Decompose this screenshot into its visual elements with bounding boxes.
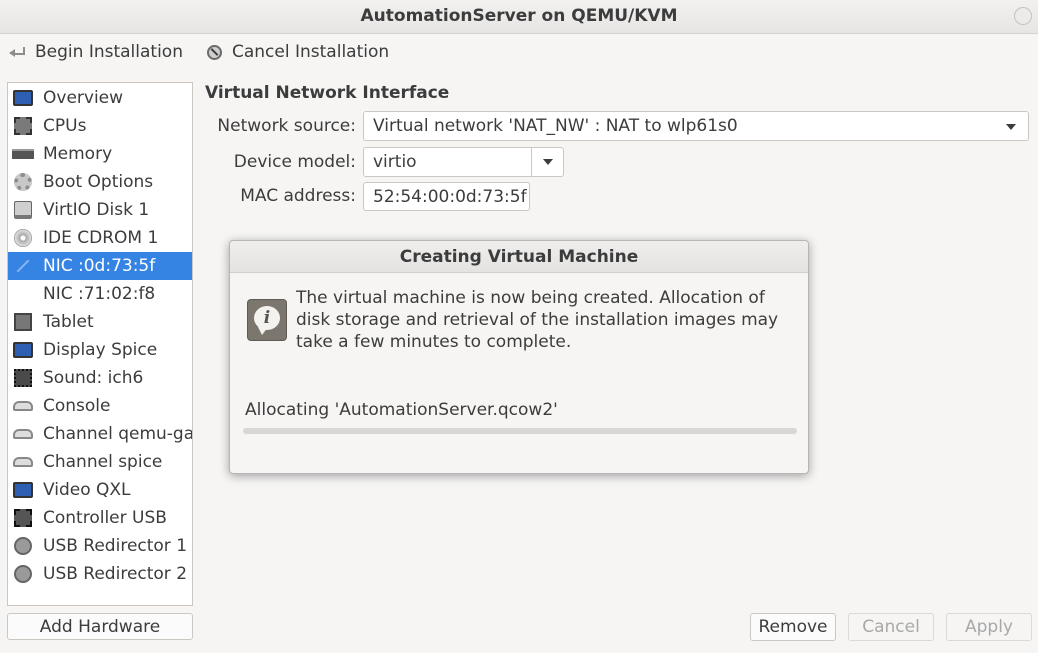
add-hardware-button[interactable]: Add Hardware: [7, 613, 193, 640]
sidebar-item[interactable]: Sound: ich6: [8, 364, 192, 392]
sidebar-item-label: Sound: ich6: [43, 368, 144, 388]
sidebar-item[interactable]: Video QXL: [8, 476, 192, 504]
sound-icon: [12, 368, 34, 388]
mac-address-value: 52:54:00:0d:73:5f: [373, 186, 527, 207]
sidebar-item[interactable]: Channel spice: [8, 448, 192, 476]
dialog-status: Allocating 'AutomationServer.qcow2': [245, 400, 558, 420]
progress-bar: [243, 428, 797, 434]
sidebar-item[interactable]: Channel qemu-ga: [8, 420, 192, 448]
gear-icon: [12, 172, 34, 192]
cancel-icon: [207, 44, 222, 60]
sidebar-item[interactable]: Controller USB: [8, 504, 192, 532]
sidebar-item-label: CPUs: [43, 116, 87, 136]
cpu-chip-icon: [12, 116, 34, 136]
video-icon: [12, 480, 34, 500]
sidebar-item-label: USB Redirector 1: [43, 536, 188, 556]
dialog-title: Creating Virtual Machine: [230, 241, 808, 273]
sidebar-item-label: IDE CDROM 1: [43, 228, 159, 248]
monitor-icon: [12, 88, 34, 108]
add-hardware-label: Add Hardware: [39, 616, 161, 637]
sidebar-item-label: Channel spice: [43, 452, 163, 472]
window-titlebar: AutomationServer on QEMU/KVM: [0, 0, 1038, 34]
dialog-message: The virtual machine is now being created…: [296, 288, 779, 352]
sidebar-item[interactable]: CPUs: [8, 112, 192, 140]
sidebar-item-label: USB Redirector 2: [43, 564, 188, 584]
usb-redirector-icon: [12, 564, 34, 584]
sidebar-item[interactable]: USB Redirector 2: [8, 560, 192, 588]
display-icon: [12, 340, 34, 360]
cancel-installation-label: Cancel Installation: [232, 42, 390, 62]
network-icon: [12, 256, 34, 276]
sidebar-item[interactable]: NIC :0d:73:5f: [8, 252, 192, 280]
device-model-combo[interactable]: virtio: [363, 147, 564, 177]
network-source-value: Virtual network 'NAT_NW' : NAT to wlp61s…: [373, 116, 738, 136]
begin-installation-label: Begin Installation: [35, 42, 183, 62]
sidebar-item[interactable]: Tablet: [8, 308, 192, 336]
sidebar-item-label: Boot Options: [43, 172, 154, 192]
chevron-down-icon[interactable]: [531, 148, 563, 176]
window-control-button[interactable]: [1014, 7, 1032, 25]
tablet-icon: [12, 312, 34, 332]
disk-icon: [12, 200, 34, 220]
sidebar-item-label: NIC :71:02:f8: [43, 284, 156, 304]
remove-label: Remove: [758, 617, 828, 637]
sidebar-item-label: Channel qemu-ga: [43, 424, 192, 444]
sidebar-item[interactable]: NIC :71:02:f8: [8, 280, 192, 308]
usb-controller-icon: [12, 508, 34, 528]
mac-address-label: MAC address:: [240, 186, 356, 206]
window-title: AutomationServer on QEMU/KVM: [360, 6, 678, 26]
sidebar-item-label: Video QXL: [43, 480, 131, 500]
cancel-installation-button[interactable]: Cancel Installation: [207, 40, 389, 64]
section-title: Virtual Network Interface: [205, 83, 450, 103]
console-icon: [12, 396, 34, 416]
sidebar-item[interactable]: VirtIO Disk 1: [8, 196, 192, 224]
cancel-button[interactable]: Cancel: [848, 613, 934, 641]
network-source-combo[interactable]: Virtual network 'NAT_NW' : NAT to wlp61s…: [363, 111, 1029, 141]
creating-vm-dialog: Creating Virtual Machine i The virtual m…: [229, 240, 809, 474]
sidebar-item-label: Display Spice: [43, 340, 158, 360]
blank-icon-slot: [12, 284, 34, 304]
apply-label: Apply: [965, 617, 1013, 637]
remove-button[interactable]: Remove: [750, 613, 836, 641]
sidebar-item[interactable]: Console: [8, 392, 192, 420]
sidebar-item[interactable]: Overview: [8, 84, 192, 112]
sidebar-item-label: NIC :0d:73:5f: [43, 256, 156, 276]
toolbar: Begin Installation Cancel Installation: [0, 34, 1038, 70]
info-icon: i: [247, 299, 287, 341]
hardware-list: Overview CPUs Memory Boot Options VirtIO Dis…: [7, 82, 193, 606]
sidebar-item[interactable]: Display Spice: [8, 336, 192, 364]
begin-arrow-icon: [9, 47, 25, 57]
channel-icon: [12, 424, 34, 444]
channel-icon: [12, 452, 34, 472]
cdrom-icon: [12, 228, 34, 248]
sidebar-item-label: Controller USB: [43, 508, 167, 528]
sidebar-item-label: Console: [43, 396, 111, 416]
sidebar-item[interactable]: Memory: [8, 140, 192, 168]
memory-icon: [12, 144, 34, 164]
usb-redirector-icon: [12, 536, 34, 556]
sidebar-item-label: Tablet: [43, 312, 94, 332]
device-model-value: virtio: [373, 152, 417, 172]
chevron-down-icon: [1006, 124, 1016, 130]
apply-button[interactable]: Apply: [946, 613, 1032, 641]
sidebar-item[interactable]: Boot Options: [8, 168, 192, 196]
sidebar-item[interactable]: USB Redirector 1: [8, 532, 192, 560]
sidebar-item-label: VirtIO Disk 1: [43, 200, 150, 220]
device-model-label: Device model:: [233, 152, 356, 172]
sidebar-item-label: Memory: [43, 144, 113, 164]
begin-installation-button[interactable]: Begin Installation: [9, 40, 183, 64]
sidebar-item-label: Overview: [43, 88, 124, 108]
cancel-label: Cancel: [862, 617, 920, 637]
mac-address-field: 52:54:00:0d:73:5f: [363, 182, 530, 211]
network-source-label: Network source:: [217, 116, 356, 136]
sidebar-item[interactable]: IDE CDROM 1: [8, 224, 192, 252]
